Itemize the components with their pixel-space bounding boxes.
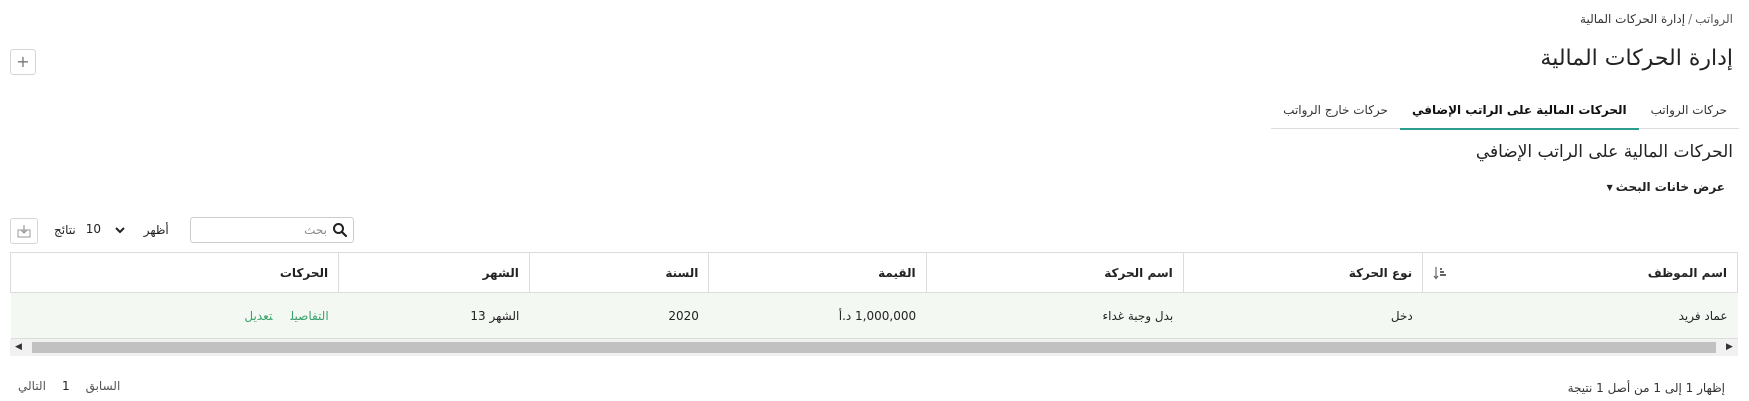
- page: الرواتب/إدارة الحركات المالية إدارة الحر…: [0, 0, 1749, 401]
- cell-month: الشهر 13: [338, 292, 530, 339]
- show-label: أظهر: [143, 223, 169, 237]
- breadcrumb: الرواتب/إدارة الحركات المالية: [1580, 12, 1733, 26]
- results-label: نتائج: [54, 223, 76, 237]
- movements-table: اسم الموظف نوع الحركة اسم الحركة القيمة …: [9, 252, 1738, 339]
- header-employee-name[interactable]: اسم الموظف: [1422, 252, 1738, 293]
- horizontal-scrollbar[interactable]: ◀ ▶: [10, 339, 1738, 356]
- page-title: إدارة الحركات المالية: [1540, 46, 1733, 71]
- tab-payroll-movements[interactable]: حركات الرواتب: [1639, 94, 1739, 128]
- download-icon: [17, 225, 31, 238]
- page-length-select[interactable]: 10: [80, 218, 140, 242]
- scroll-right-icon[interactable]: ▶: [1721, 339, 1738, 356]
- tab-extra-salary-movements[interactable]: الحركات المالية على الراتب الإضافي: [1399, 94, 1639, 130]
- search-box: [190, 217, 354, 243]
- section-title: الحركات المالية على الراتب الإضافي: [1475, 142, 1733, 162]
- table-header-row: اسم الموظف نوع الحركة اسم الحركة القيمة …: [9, 252, 1738, 293]
- edit-link[interactable]: تعديل: [244, 309, 272, 323]
- breadcrumb-root[interactable]: الرواتب: [1695, 12, 1733, 26]
- search-input[interactable]: [199, 221, 327, 239]
- search-icon: [333, 223, 348, 238]
- cell-year: 2020: [529, 292, 709, 339]
- cell-employee-name: عماد فريد: [1422, 292, 1738, 339]
- pagination-page-1[interactable]: 1: [54, 379, 78, 393]
- caret-down-icon: ▼: [1606, 183, 1613, 192]
- show-search-fields-toggle[interactable]: عرض خانات البحث▼: [1607, 180, 1725, 194]
- tabs: حركات الرواتب الحركات المالية على الراتب…: [1271, 94, 1739, 130]
- search-toggle-label: عرض خانات البحث: [1615, 180, 1725, 194]
- cell-movement-name: بدل وجبة غداء: [926, 292, 1184, 339]
- export-button[interactable]: [10, 218, 38, 244]
- breadcrumb-separator: /: [1688, 12, 1693, 26]
- sort-icon: [1433, 267, 1447, 280]
- cell-actions: التفاصيل تعديل: [10, 292, 339, 339]
- pagination-next[interactable]: التالي: [10, 379, 54, 393]
- cell-value: 1,000,000 د.أ: [708, 292, 927, 339]
- chevron-down-icon: [114, 227, 125, 234]
- header-month[interactable]: الشهر: [338, 252, 530, 293]
- tab-non-payroll-movements[interactable]: حركات خارج الرواتب: [1271, 94, 1400, 128]
- details-link[interactable]: التفاصيل: [291, 309, 329, 323]
- page-length-value: 10: [85, 222, 101, 236]
- scrollbar-thumb[interactable]: [32, 342, 1716, 353]
- header-movement-type[interactable]: نوع الحركة: [1182, 252, 1424, 293]
- results-info: إظهار 1 إلى 1 من أصل 1 نتيجة: [1567, 381, 1725, 395]
- pagination-prev[interactable]: السابق: [78, 379, 129, 393]
- scroll-left-icon[interactable]: ◀: [10, 339, 27, 356]
- header-actions: الحركات: [9, 252, 340, 293]
- pagination: السابق 1 التالي: [10, 379, 128, 393]
- header-value[interactable]: القيمة: [708, 252, 927, 293]
- table-row: عماد فريد دخل بدل وجبة غداء 1,000,000 د.…: [10, 292, 1738, 339]
- page-length-control: أظهر 10 نتائج: [54, 218, 169, 242]
- header-movement-name[interactable]: اسم الحركة: [925, 252, 1184, 293]
- add-button[interactable]: +: [10, 49, 36, 75]
- table-container: اسم الموظف نوع الحركة اسم الحركة القيمة …: [9, 252, 1738, 339]
- header-year[interactable]: السنة: [528, 252, 710, 293]
- cell-movement-type: دخل: [1183, 292, 1423, 339]
- breadcrumb-current: إدارة الحركات المالية: [1580, 12, 1686, 26]
